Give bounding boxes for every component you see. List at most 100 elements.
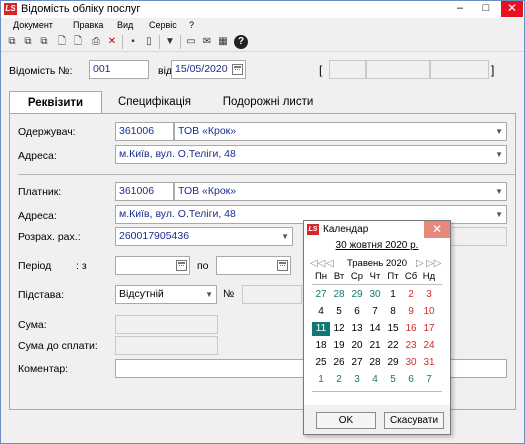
cancel-button[interactable]: Скасувати [384, 412, 444, 429]
calendar-day[interactable]: 7 [420, 373, 438, 387]
tab-details[interactable]: Реквізити [9, 91, 102, 114]
new-doc-icon[interactable]: 🗋 [55, 35, 69, 49]
calc-icon[interactable]: ▦ [216, 35, 230, 49]
recipient-name-field[interactable]: ТОВ «Крок» ▼ [174, 122, 507, 141]
calendar-day[interactable]: 23 [402, 339, 420, 353]
calendar-day[interactable]: 2 [330, 373, 348, 387]
chevron-down-icon[interactable]: ▼ [205, 286, 213, 303]
calendar-day[interactable]: 28 [366, 356, 384, 370]
calendar-day[interactable]: 7 [366, 305, 384, 319]
number-field[interactable]: 001 [89, 60, 149, 79]
calendar-day[interactable]: 21 [366, 339, 384, 353]
chevron-down-icon[interactable]: ▼ [495, 183, 503, 200]
tab-specification[interactable]: Специфікація [107, 91, 202, 113]
recipient-address-field[interactable]: м.Київ, вул. О.Теліги, 48 ▼ [115, 145, 507, 164]
next-year-icon[interactable]: ▷▷ [426, 258, 441, 269]
next-month-icon[interactable]: ▷ [416, 258, 424, 269]
calendar-day[interactable]: 30 [366, 288, 384, 302]
recipient-label: Одержувач: [18, 126, 76, 138]
calendar-day[interactable]: 27 [312, 288, 330, 302]
prev-year-icon[interactable]: ◁◁ [310, 258, 325, 269]
new-doc-icon[interactable]: 🗋 [71, 35, 85, 49]
calendar-day[interactable]: 25 [312, 356, 330, 370]
calendar-day[interactable]: 9 [402, 305, 420, 319]
calendar-day[interactable]: 3 [420, 288, 438, 302]
calendar-day[interactable]: 8 [384, 305, 402, 319]
book-icon[interactable]: ▯ [142, 35, 156, 49]
menu-help[interactable]: ? [189, 20, 194, 30]
recipient-code-field[interactable]: 361006 [115, 122, 174, 141]
calendar-day[interactable]: 19 [330, 339, 348, 353]
calendar-day[interactable]: 29 [384, 356, 402, 370]
save-icon[interactable]: ▪ [126, 35, 140, 49]
calendar-day[interactable]: 1 [312, 373, 330, 387]
calendar-day[interactable]: 27 [348, 356, 366, 370]
basis-select[interactable]: Відсутній ▼ [115, 285, 217, 304]
payer-name-field[interactable]: ТОВ «Крок» ▼ [174, 182, 507, 201]
prev-month-icon[interactable]: ◁ [326, 258, 334, 269]
calendar-day[interactable]: 14 [366, 322, 384, 336]
copy-icon[interactable]: ⧉ [21, 35, 35, 49]
account-value: 260017905436 [119, 230, 190, 242]
period-to-field[interactable] [216, 256, 291, 275]
tab-waybills[interactable]: Подорожні листи [213, 91, 323, 113]
calendar-today-link[interactable]: 30 жовтня 2020 р. [304, 240, 450, 251]
calendar-day[interactable]: 5 [384, 373, 402, 387]
close-button[interactable]: ✕ [501, 1, 523, 17]
menu-edit[interactable]: Правка [73, 20, 103, 30]
ok-button[interactable]: OK [316, 412, 376, 429]
menu-bar: Документ Правка Вид Сервіс ? [1, 18, 524, 32]
calendar-icon[interactable] [277, 260, 288, 271]
help-icon[interactable]: ? [234, 35, 248, 49]
print-icon[interactable]: ⎙ [89, 35, 103, 49]
calendar-day[interactable]: 4 [366, 373, 384, 387]
maximize-button[interactable]: □ [475, 1, 497, 17]
calendar-day[interactable]: 6 [348, 305, 366, 319]
calendar-day[interactable]: 3 [348, 373, 366, 387]
calendar-day[interactable]: 16 [402, 322, 420, 336]
calendar-day[interactable]: 15 [384, 322, 402, 336]
chevron-down-icon[interactable]: ▼ [495, 206, 503, 223]
calendar-day[interactable]: 22 [384, 339, 402, 353]
doc-icon[interactable]: ▭ [184, 35, 198, 49]
delete-icon[interactable]: ✕ [105, 35, 119, 49]
minimize-button[interactable]: – [449, 1, 471, 17]
filter-icon[interactable]: ▼ [163, 35, 177, 49]
calendar-icon[interactable] [176, 260, 187, 271]
calendar-day[interactable]: 29 [348, 288, 366, 302]
calendar-divider [312, 391, 442, 392]
menu-document[interactable]: Документ [13, 20, 53, 30]
calendar-day[interactable]: 17 [420, 322, 438, 336]
chevron-down-icon[interactable]: ▼ [281, 228, 289, 245]
calendar-day[interactable]: 4 [312, 305, 330, 319]
calendar-day[interactable]: 26 [330, 356, 348, 370]
calendar-day[interactable]: 30 [402, 356, 420, 370]
calendar-day[interactable]: 18 [312, 339, 330, 353]
calendar-day[interactable]: 1 [384, 288, 402, 302]
chevron-down-icon[interactable]: ▼ [495, 146, 503, 163]
calendar-day[interactable]: 6 [402, 373, 420, 387]
period-from-field[interactable] [115, 256, 190, 275]
calendar-icon[interactable] [232, 64, 243, 75]
date-field[interactable]: 15/05/2020 [171, 60, 246, 79]
calendar-day[interactable]: 20 [348, 339, 366, 353]
menu-view[interactable]: Вид [117, 20, 133, 30]
calendar-day[interactable]: 2 [402, 288, 420, 302]
calendar-close-button[interactable]: ✕ [424, 221, 450, 238]
chevron-down-icon[interactable]: ▼ [495, 123, 503, 140]
calendar-day[interactable]: 28 [330, 288, 348, 302]
mail-icon[interactable]: ✉ [200, 35, 214, 49]
calendar-day[interactable]: 24 [420, 339, 438, 353]
copy-icon[interactable]: ⧉ [5, 35, 19, 49]
calendar-day[interactable]: 5 [330, 305, 348, 319]
basis-number-label: № [223, 288, 235, 300]
copy-icon[interactable]: ⧉ [37, 35, 51, 49]
calendar-day[interactable]: 12 [330, 322, 348, 336]
calendar-day-selected[interactable]: 11 [312, 322, 330, 336]
account-field[interactable]: 260017905436 ▼ [115, 227, 293, 246]
calendar-day[interactable]: 10 [420, 305, 438, 319]
calendar-day[interactable]: 31 [420, 356, 438, 370]
calendar-day[interactable]: 13 [348, 322, 366, 336]
menu-service[interactable]: Сервіс [149, 20, 177, 30]
payer-code-field[interactable]: 361006 [115, 182, 174, 201]
